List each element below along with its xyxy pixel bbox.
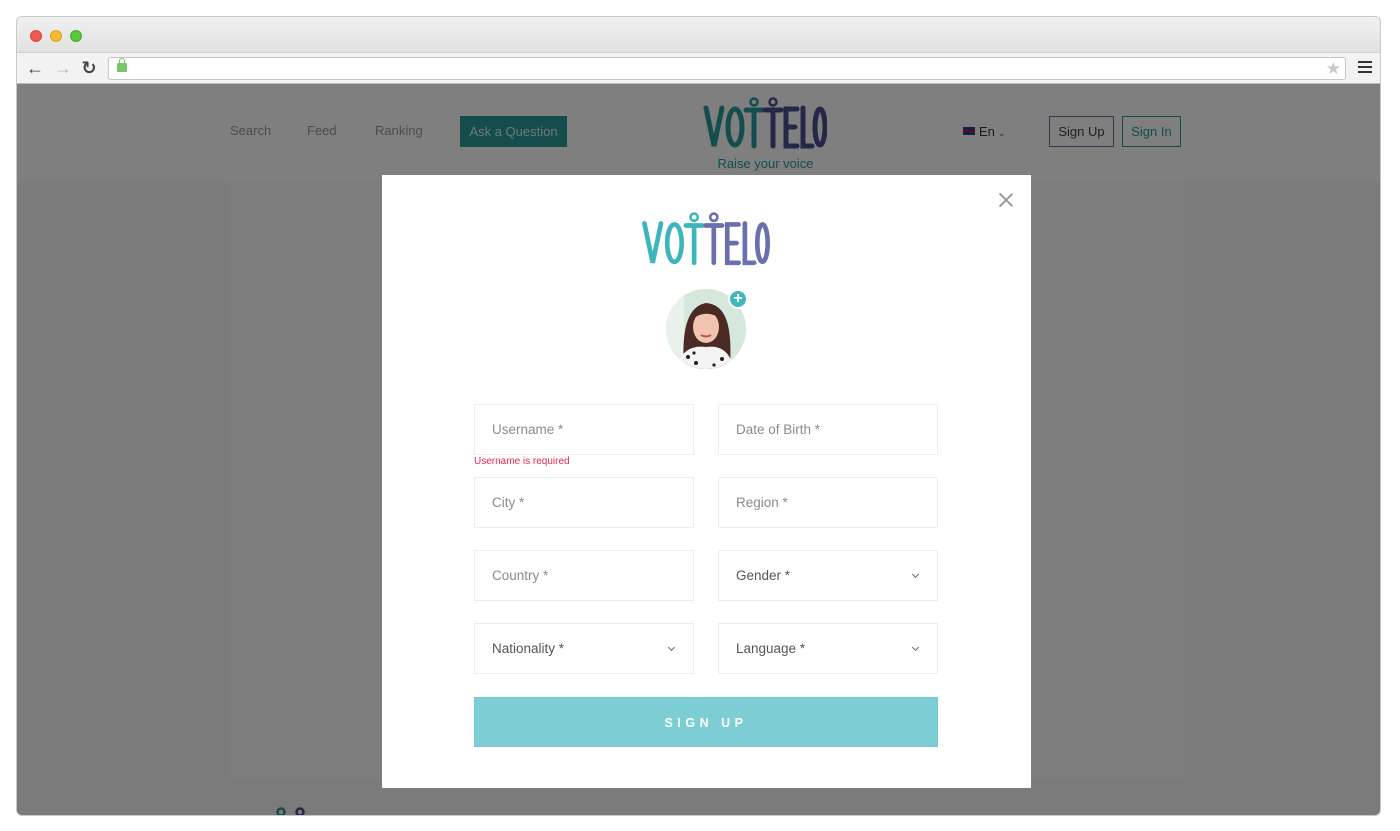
- chevron-down-icon: [911, 624, 921, 673]
- chevron-down-icon: [667, 624, 677, 673]
- minimize-window-button[interactable]: [50, 30, 62, 42]
- back-arrow-icon[interactable]: ←: [25, 58, 45, 78]
- sign-up-submit-button[interactable]: SIGN UP: [474, 697, 938, 747]
- bookmark-star-icon[interactable]: ★: [1326, 58, 1341, 79]
- city-input[interactable]: City *: [474, 477, 694, 528]
- browser-window: ← → ↻ ★ Search Feed Ranking Ask a Questi…: [16, 16, 1381, 816]
- title-bar: [17, 17, 1380, 53]
- region-input[interactable]: Region *: [718, 477, 938, 528]
- modal-logo: [642, 212, 770, 266]
- browser-toolbar: ← → ↻ ★: [17, 53, 1380, 84]
- nationality-select[interactable]: Nationality *: [474, 623, 694, 674]
- hamburger-menu-icon[interactable]: [1358, 61, 1372, 75]
- reload-icon[interactable]: ↻: [79, 58, 99, 78]
- sign-up-modal: + Username * Date of Birth * Username is…: [382, 175, 1031, 788]
- avatar-upload[interactable]: +: [666, 289, 748, 369]
- date-of-birth-input[interactable]: Date of Birth *: [718, 404, 938, 455]
- maximize-window-button[interactable]: [70, 30, 82, 42]
- close-icon[interactable]: [998, 192, 1014, 208]
- chevron-down-icon: [911, 551, 921, 600]
- address-bar[interactable]: ★: [108, 57, 1346, 80]
- lock-icon: [117, 58, 127, 72]
- username-error-message: Username is required: [474, 456, 570, 467]
- plus-icon[interactable]: +: [728, 289, 748, 309]
- gender-select-label: Gender *: [736, 568, 791, 583]
- page-viewport: Search Feed Ranking Ask a Question Raise…: [17, 84, 1380, 815]
- forward-arrow-icon[interactable]: →: [53, 58, 73, 78]
- language-select-label: Language *: [736, 641, 806, 656]
- country-input[interactable]: Country *: [474, 550, 694, 601]
- close-window-button[interactable]: [30, 30, 42, 42]
- language-select[interactable]: Language *: [718, 623, 938, 674]
- nationality-select-label: Nationality *: [492, 641, 565, 656]
- username-input[interactable]: Username *: [474, 404, 694, 455]
- gender-select[interactable]: Gender *: [718, 550, 938, 601]
